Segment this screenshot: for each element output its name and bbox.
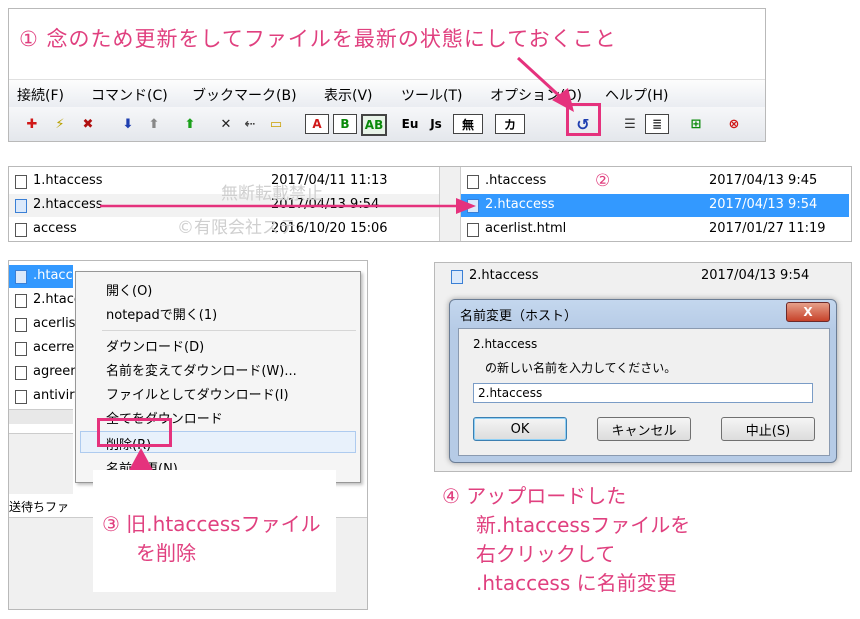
horizontal-scrollbar[interactable]: [9, 409, 73, 424]
context-menu: 開く(O) notepadで開く(1) ダウンロード(D) 名前を変えてダウンロ…: [75, 271, 361, 483]
step-1-caption: ① 念のため更新をしてファイルを最新の状態にしておくこと: [19, 27, 617, 51]
remote-file-row-selected[interactable]: 2.htaccess 2017/04/13 9:54: [461, 194, 849, 217]
ok-button[interactable]: OK: [473, 417, 567, 441]
rename-icon[interactable]: ⇠: [239, 113, 261, 135]
list-item[interactable]: antiviru: [9, 385, 83, 408]
close-button[interactable]: X: [786, 302, 830, 322]
jis-icon[interactable]: Js: [425, 113, 447, 135]
stop-icon[interactable]: ⊗: [723, 113, 745, 135]
file-icon: [467, 175, 479, 189]
menu-bar: 接続(F) コマンド(C) ブックマーク(B) 表示(V) ツール(T) オプシ…: [9, 79, 765, 108]
euc-icon[interactable]: Eu: [399, 113, 421, 135]
move-arrow: [100, 198, 476, 214]
watermark-line-2: ©有限会社ステ: [177, 218, 296, 238]
rename-dialog-panel: 2.htaccess 2017/04/13 9:54 名前変更（ホスト） X 2…: [434, 262, 852, 472]
refresh-pointer-arrow: [516, 56, 574, 112]
file-icon: [15, 175, 27, 189]
list-view-icon[interactable]: ☰: [619, 113, 641, 135]
menu-view[interactable]: 表示(V): [324, 85, 373, 105]
list-item[interactable]: agreen: [9, 361, 79, 384]
remote-file-row[interactable]: acerlist.html 2017/01/27 11:19: [461, 218, 851, 241]
binary-mode-icon[interactable]: B: [333, 114, 357, 134]
toolbar: ✚ ⚡ ✖ ⬇ ⬆ ⬆ ✕ ⇠ ▭ A B AB Eu Js 無 カ ↺ ☰ ≣…: [9, 107, 765, 141]
menu-download-as-file[interactable]: ファイルとしてダウンロード(I): [106, 384, 289, 403]
html-file-icon: [467, 223, 479, 237]
new-folder-icon[interactable]: ▭: [265, 113, 287, 135]
dialog-body: 2.htaccess の新しい名前を入力してください。 2.htaccess O…: [458, 328, 830, 456]
delete-icon[interactable]: ✕: [215, 113, 237, 135]
menu-separator: [102, 330, 356, 331]
menu-help[interactable]: ヘルプ(H): [605, 85, 668, 105]
file-row[interactable]: 2.htaccess 2017/04/13 9:54: [445, 265, 845, 288]
dialog-title: 名前変更（ホスト）: [460, 309, 578, 324]
menu-tools[interactable]: ツール(T): [401, 85, 462, 105]
list-item[interactable]: acerrep: [9, 337, 83, 360]
ascii-mode-icon[interactable]: A: [305, 114, 329, 134]
disconnect-icon[interactable]: ✖: [77, 113, 99, 135]
new-name-input[interactable]: 2.htaccess: [473, 383, 813, 403]
file-list-partial: .htacce 2.htacc acerlist acerrep agreen …: [9, 261, 83, 429]
connect-icon[interactable]: ✚: [21, 113, 43, 135]
cancel-button[interactable]: キャンセル: [597, 417, 691, 441]
upload-icon[interactable]: ⬆: [143, 113, 165, 135]
quick-connect-icon[interactable]: ⚡: [49, 113, 71, 135]
menu-download-as[interactable]: 名前を変えてダウンロード(W)...: [106, 360, 297, 379]
file-icon: [451, 270, 463, 284]
menu-bookmark[interactable]: ブックマーク(B): [192, 85, 297, 105]
menu-connect[interactable]: 接続(F): [17, 85, 64, 105]
menu-open-notepad[interactable]: notepadで開く(1): [106, 304, 217, 323]
abort-button[interactable]: 中止(S): [721, 417, 815, 441]
instruction-panel-1: ① 念のため更新をしてファイルを最新の状態にしておくこと 接続(F) コマンド(…: [8, 8, 766, 142]
step-3-caption: ③ 旧.htaccessファイル を削除: [102, 512, 321, 565]
rename-dialog: 名前変更（ホスト） X 2.htaccess の新しい名前を入力してください。 …: [449, 299, 837, 463]
detail-view-icon[interactable]: ≣: [645, 114, 669, 134]
current-file-name: 2.htaccess: [473, 337, 538, 351]
remote-file-row[interactable]: .htaccess 2017/04/13 9:45: [461, 170, 851, 193]
list-item[interactable]: .htacce: [9, 265, 81, 288]
list-item[interactable]: acerlist: [9, 313, 81, 336]
menu-command[interactable]: コマンド(C): [91, 85, 168, 105]
mirror-upload-icon[interactable]: ⬆: [179, 113, 201, 135]
menu-download[interactable]: ダウンロード(D): [106, 336, 204, 355]
rename-prompt: の新しい名前を入力してください。: [485, 361, 677, 375]
queue-pane: [9, 433, 73, 494]
menu-open[interactable]: 開く(O): [106, 280, 152, 299]
sync-folder-icon[interactable]: ⊞: [685, 113, 707, 135]
no-conversion-icon[interactable]: 無: [453, 114, 483, 134]
delete-highlight-box: [97, 418, 172, 447]
step-2-caption: ②: [595, 171, 611, 191]
list-item[interactable]: 2.htacc: [9, 289, 81, 312]
queue-status-label: 送待ちファ: [9, 500, 70, 514]
auto-mode-icon[interactable]: AB: [361, 114, 387, 136]
file-icon: [15, 199, 27, 213]
step-4-caption: ④ アップロードした 新.htaccessファイルを 右クリックして .htac…: [442, 484, 691, 595]
file-icon: [15, 223, 27, 237]
download-icon[interactable]: ⬇: [117, 113, 139, 135]
